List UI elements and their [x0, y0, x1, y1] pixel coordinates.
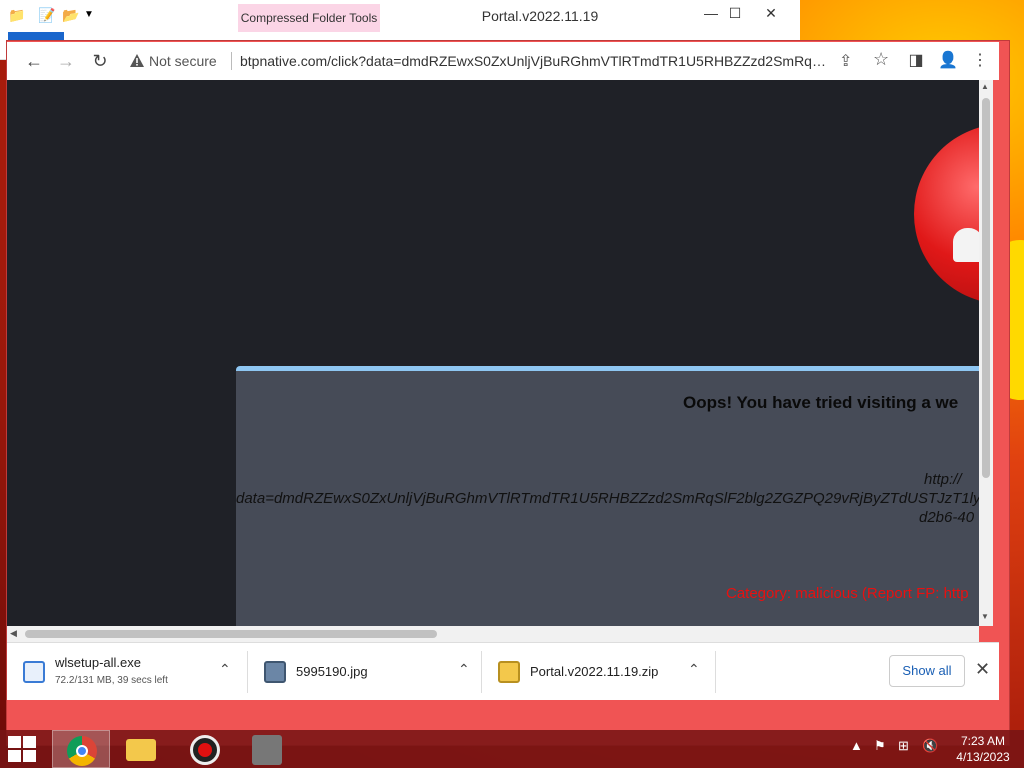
download-status: 72.2/131 MB, 39 secs left: [55, 675, 168, 686]
share-icon[interactable]: ⇪: [839, 51, 852, 71]
url-text[interactable]: btpnative.com/click?data=dmdRZEwxS0ZxUnl…: [240, 53, 830, 69]
scroll-down-icon[interactable]: ▼: [981, 612, 989, 621]
archive-tool-icon: [252, 735, 282, 765]
chrome-icon-center: [76, 745, 88, 757]
explorer-title: Portal.v2022.11.19: [481, 8, 599, 24]
compressed-folder-tools-tab[interactable]: Compressed Folder Tools: [238, 4, 380, 32]
address-bar[interactable]: Not secure btpnative.com/click?data=dmdR…: [123, 46, 903, 76]
explorer-close-button[interactable]: ✕: [756, 2, 786, 24]
clock-time: 7:23 AM: [960, 734, 1006, 748]
download-menu-chevron-icon[interactable]: ⌃: [688, 661, 700, 678]
address-divider: [231, 52, 232, 70]
download-item[interactable]: 5995190.jpg ⌃: [248, 643, 481, 701]
bookmark-star-icon[interactable]: ☆: [873, 49, 889, 70]
taskbar-recorder[interactable]: [176, 730, 234, 768]
properties-icon[interactable]: 📝: [38, 6, 55, 24]
security-label[interactable]: Not secure: [149, 53, 217, 69]
quick-access-dropdown-icon[interactable]: ▼: [84, 6, 94, 24]
tray-chevron-icon[interactable]: ▲: [850, 738, 863, 753]
download-menu-chevron-icon[interactable]: ⌃: [458, 661, 470, 678]
profile-avatar[interactable]: 👤: [935, 48, 961, 74]
show-all-button[interactable]: Show all: [889, 655, 965, 687]
scroll-up-icon[interactable]: ▲: [981, 82, 989, 91]
windows-logo-icon: [23, 750, 36, 762]
warning-heading: Oops! You have tried visiting a we: [683, 393, 959, 412]
download-item[interactable]: wlsetup-all.exe 72.2/131 MB, 39 secs lef…: [7, 643, 247, 701]
warning-panel: Oops! You have tried visiting a we http:…: [236, 366, 979, 626]
logo-heart-icon: [953, 228, 979, 262]
reload-button[interactable]: ↻: [87, 48, 113, 74]
vertical-scrollbar[interactable]: ▲ ▼: [979, 80, 993, 626]
category-text[interactable]: Category: malicious (Report FP: http: [726, 585, 969, 602]
network-icon[interactable]: ⊞: [898, 738, 909, 754]
vertical-scroll-thumb[interactable]: [982, 98, 990, 478]
blocked-url-line-2: data=dmdRZEwxS0ZxUnljVjBuRGhmVTlRTmdTR1U…: [236, 490, 979, 507]
side-panel-button[interactable]: ◨: [903, 48, 929, 74]
action-center-flag-icon[interactable]: ⚑: [874, 738, 886, 754]
zip-icon: [498, 661, 520, 683]
taskbar-file-explorer[interactable]: [112, 730, 170, 768]
blocked-url-line-1: http://: [924, 471, 962, 488]
scroll-left-icon[interactable]: ◀: [10, 628, 17, 639]
volume-muted-icon[interactable]: 🔇: [922, 738, 938, 754]
back-button[interactable]: ←: [21, 48, 47, 74]
page-content: Oops! You have tried visiting a we http:…: [7, 80, 979, 626]
explorer-maximize-button[interactable]: ☐: [720, 2, 750, 24]
download-bar: wlsetup-all.exe 72.2/131 MB, 39 secs lef…: [7, 642, 999, 700]
download-item[interactable]: Portal.v2022.11.19.zip ⌃: [482, 643, 715, 701]
warning-icon[interactable]: [129, 53, 145, 69]
file-explorer-icon: [126, 739, 156, 761]
download-name: Portal.v2022.11.19.zip: [530, 664, 659, 679]
windows-logo-icon: [23, 736, 36, 748]
forward-button[interactable]: →: [53, 48, 79, 74]
browser-toolbar: ← → ↻ Not secure btpnative.com/click?dat…: [7, 42, 999, 80]
download-divider: [715, 651, 716, 693]
taskbar: ▲ ⚑ ⊞ 🔇 7:23 AM 4/13/2023: [0, 730, 1024, 768]
close-downloads-button[interactable]: ✕: [975, 659, 990, 680]
new-folder-icon[interactable]: 📂: [62, 6, 79, 24]
windows-logo-icon: [8, 736, 21, 748]
record-dot-icon: [198, 743, 212, 757]
download-name: wlsetup-all.exe: [55, 655, 141, 670]
image-icon: [264, 661, 286, 683]
taskbar-app[interactable]: [238, 730, 296, 768]
clock[interactable]: 7:23 AM 4/13/2023: [948, 733, 1018, 765]
horizontal-scrollbar[interactable]: ◀: [7, 626, 979, 642]
clock-date: 4/13/2023: [956, 750, 1010, 764]
horizontal-scroll-thumb[interactable]: [25, 630, 437, 638]
site-logo: [914, 124, 979, 304]
download-menu-chevron-icon[interactable]: ⌃: [219, 661, 231, 678]
installer-icon: [23, 661, 45, 683]
start-button[interactable]: [8, 736, 38, 762]
folder-icon[interactable]: 📁: [8, 6, 25, 24]
taskbar-chrome[interactable]: [52, 730, 110, 768]
chrome-menu-button[interactable]: ⋮: [967, 48, 993, 74]
blocked-url-line-3: d2b6-40: [919, 509, 975, 526]
windows-logo-icon: [8, 750, 21, 762]
download-name: 5995190.jpg: [296, 664, 368, 679]
